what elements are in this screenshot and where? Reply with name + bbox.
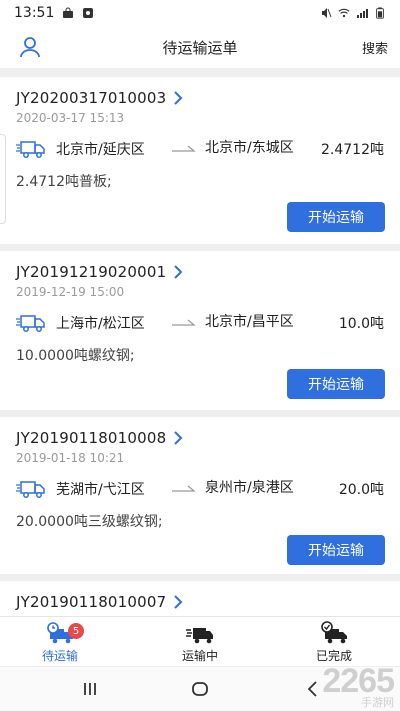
user-icon[interactable] [18,35,42,59]
chevron-right-icon[interactable] [172,91,184,105]
order-goods: 20.0000吨三级螺纹钢; [16,514,163,530]
order-time: 2020-03-17 15:13 [16,111,125,125]
tab-completed[interactable]: 已完成 [294,621,374,664]
recent-apps-icon[interactable] [80,679,100,699]
order-card: JY20191219020001 2019-12-19 15:00 上海市/松江… [0,251,400,410]
search-button[interactable]: 搜索 [362,38,388,57]
order-weight: 20.0吨 [338,482,384,498]
order-goods: 10.0000吨螺纹钢; [16,348,135,364]
order-time: 2019-01-18 10:21 [16,451,125,465]
home-icon[interactable] [190,679,210,699]
back-icon[interactable] [303,679,323,699]
signal-icon [357,9,368,18]
chevron-right-icon[interactable] [172,265,184,279]
wifi-icon [338,8,350,18]
order-card: JY20200317010003 2020-03-17 15:13 北京市/延庆… [0,77,400,244]
order-card: JY20190118010007 [0,581,400,616]
start-transport-button[interactable]: 开始运输 [287,535,385,565]
order-id[interactable]: JY20200317010003 [16,89,166,107]
page-title: 待运输运单 [162,38,238,57]
battery-icon [376,7,384,19]
order-route: 北京市/延庆区 北京市/东城区 2.4712吨 [16,135,384,171]
truck-icon [16,481,45,498]
status-time: 13:51 [14,5,55,21]
arrow-right-icon [172,485,196,492]
gallery-icon [83,8,94,18]
tab-label: 待运输 [41,649,78,663]
chevron-right-icon[interactable] [172,431,184,445]
order-time: 2019-12-19 15:00 [16,285,125,299]
order-weight: 2.4712吨 [321,142,384,158]
chevron-right-icon[interactable] [172,595,184,609]
order-goods: 2.4712吨普板; [16,174,112,190]
truck-moving-icon [186,628,213,644]
bottom-nav: 5 待运输 运输中 已完成 [0,616,400,666]
truck-icon [16,315,45,332]
tab-pending[interactable]: 5 待运输 [20,621,100,664]
arrow-right-icon [172,145,196,152]
route-origin: 芜湖市/弋江区 [56,482,145,498]
pending-count-badge: 5 [68,623,84,639]
status-bar: 13:51 [0,0,400,26]
route-origin: 上海市/松江区 [56,316,145,332]
truck-icon [16,141,45,158]
route-origin: 北京市/延庆区 [56,142,145,158]
app-header: 待运输运单 搜索 [0,26,400,68]
start-transport-button[interactable]: 开始运输 [287,369,385,399]
order-id[interactable]: JY20191219020001 [16,263,166,281]
order-id[interactable]: JY20190118010008 [16,429,166,447]
truck-check-icon [321,621,347,644]
tab-in-transit[interactable]: 运输中 [160,621,240,664]
arrow-right-icon [172,319,196,326]
tab-label: 运输中 [181,649,218,663]
site-watermark-subtitle: 手游网 [361,696,394,709]
shopping-bag-icon [63,7,74,18]
order-list[interactable]: JY20200317010003 2020-03-17 15:13 北京市/延庆… [0,68,400,616]
order-id[interactable]: JY20190118010007 [16,593,166,611]
order-weight: 10.0吨 [338,316,384,332]
mute-icon [322,8,332,18]
route-destination: 泉州市/泉港区 [205,480,294,496]
route-destination: 北京市/东城区 [205,140,294,156]
side-drawer-handle[interactable] [0,134,6,224]
start-transport-button[interactable]: 开始运输 [287,202,385,232]
order-route: 上海市/松江区 北京市/昌平区 10.0吨 [16,309,384,345]
order-card: JY20190118010008 2019-01-18 10:21 芜湖市/弋江… [0,417,400,574]
route-destination: 北京市/昌平区 [205,314,294,330]
order-route: 芜湖市/弋江区 泉州市/泉港区 20.0吨 [16,475,384,511]
